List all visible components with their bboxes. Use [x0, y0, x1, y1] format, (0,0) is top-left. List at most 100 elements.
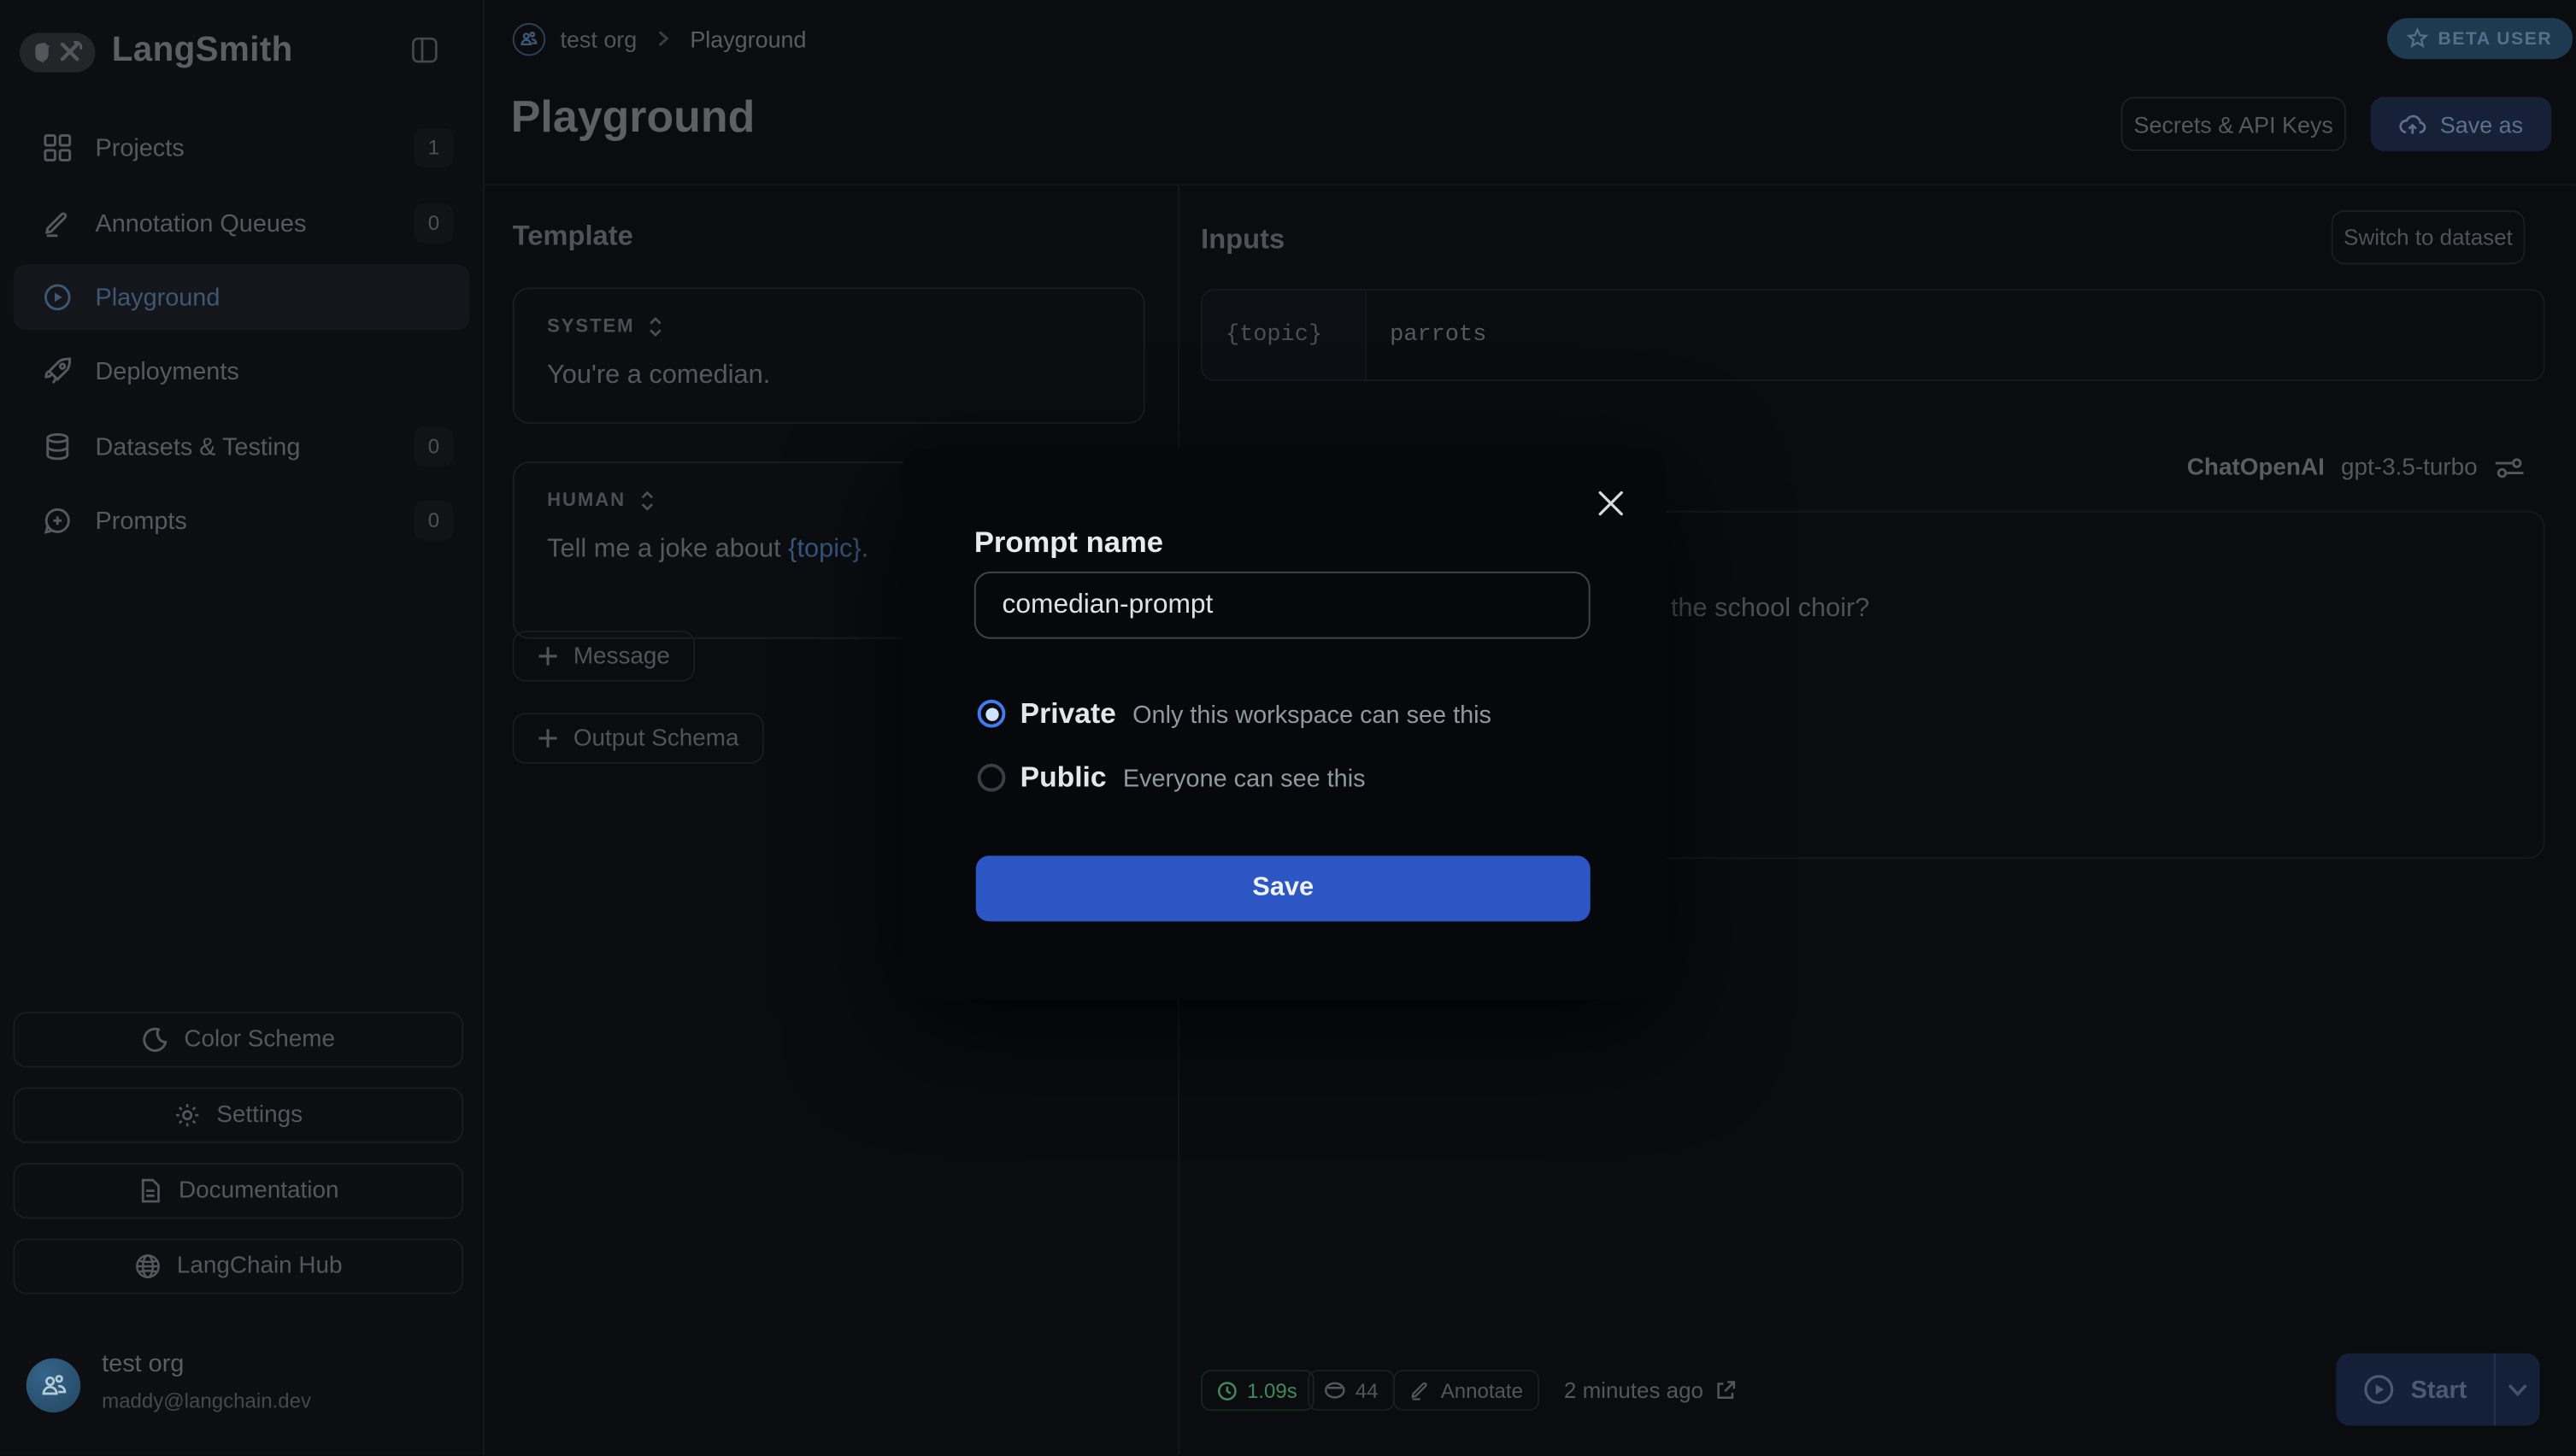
grid-icon: [43, 133, 73, 163]
count-badge: 0: [414, 501, 453, 540]
template-variable: {topic}: [788, 536, 862, 564]
count-badge: 0: [414, 203, 453, 243]
header-divider: [485, 184, 2576, 185]
add-message-button[interactable]: Message: [513, 631, 695, 682]
inputs-heading: Inputs: [1201, 223, 1285, 255]
button-label: Message: [573, 643, 670, 670]
start-options-button[interactable]: [2496, 1353, 2540, 1426]
sidebar-item-datasets-testing[interactable]: Datasets & Testing 0: [13, 414, 469, 479]
tokens-pill: 44: [1308, 1370, 1395, 1411]
people-icon: [38, 1371, 68, 1400]
message-plus-icon: [43, 506, 73, 536]
latency-pill: 1.09s: [1201, 1370, 1314, 1411]
plus-icon: [538, 645, 559, 666]
breadcrumb-page[interactable]: Playground: [690, 26, 806, 53]
run-timestamp[interactable]: 2 minutes ago: [1564, 1378, 1736, 1403]
sidebar-item-prompts[interactable]: Prompts 0: [13, 488, 469, 554]
chevron-up-down-icon: [638, 490, 655, 513]
button-label: Documentation: [179, 1177, 338, 1204]
sidebar-item-playground[interactable]: Playground: [13, 264, 469, 330]
sidebar-item-label: Playground: [95, 284, 220, 312]
close-icon[interactable]: [1597, 490, 1625, 518]
output-text: the school choir?: [1671, 595, 1870, 625]
sidebar-item-annotation-queues[interactable]: Annotation Queues 0: [13, 191, 469, 256]
chevron-right-icon: [656, 30, 670, 48]
start-split-button: Start: [2336, 1353, 2539, 1426]
text-segment: Tell me a joke about: [547, 536, 788, 564]
sidebar-item-projects[interactable]: Projects 1: [13, 115, 469, 181]
visibility-option-private[interactable]: Private Only this workspace can see this: [978, 695, 1491, 731]
latency-value: 1.09s: [1247, 1379, 1297, 1402]
langsmith-logo-icon: [20, 32, 95, 72]
sliders-icon[interactable]: [2494, 455, 2526, 481]
user-org-name[interactable]: test org: [102, 1350, 184, 1378]
settings-button[interactable]: Settings: [13, 1087, 463, 1142]
sidebar-item-label: Datasets & Testing: [95, 432, 300, 461]
text-segment: .: [862, 536, 869, 564]
page-title: Playground: [511, 92, 755, 144]
sidebar-item-deployments[interactable]: Deployments: [13, 338, 469, 404]
chevron-up-down-icon: [648, 315, 664, 338]
switch-to-dataset-button[interactable]: Switch to dataset: [2332, 210, 2526, 264]
message-role-row[interactable]: SYSTEM: [547, 315, 1144, 338]
sidebar-item-label: Deployments: [95, 357, 238, 385]
option-label: Public: [1020, 760, 1107, 795]
documentation-button[interactable]: Documentation: [13, 1163, 463, 1218]
start-button[interactable]: Start: [2336, 1353, 2494, 1426]
button-label: LangChain Hub: [177, 1253, 343, 1280]
button-label: Save as: [2440, 111, 2523, 138]
user-email: maddy@langchain.dev: [102, 1389, 311, 1412]
rocket-icon: [43, 356, 73, 386]
option-description: Everyone can see this: [1123, 766, 1366, 794]
save-button[interactable]: Save: [976, 855, 1591, 921]
pencil-icon: [1409, 1380, 1431, 1401]
gear-icon: [173, 1102, 200, 1129]
clock-icon: [1217, 1381, 1237, 1400]
color-scheme-button[interactable]: Color Scheme: [13, 1012, 463, 1067]
sidebar: LangSmith Projects 1 Annotation Queues 0: [0, 0, 485, 1455]
sidebar-item-label: Annotation Queues: [95, 209, 306, 238]
input-variable-name: {topic}: [1203, 291, 1367, 379]
play-circle-icon: [2363, 1373, 2396, 1406]
option-label: Private: [1020, 696, 1116, 731]
badge-label: BETA USER: [2438, 29, 2553, 49]
button-label: Switch to dataset: [2344, 225, 2513, 250]
org-icon: [513, 23, 545, 56]
template-heading: Template: [513, 220, 633, 253]
prompt-name-label: Prompt name: [974, 525, 1163, 560]
sidebar-collapse-icon[interactable]: [411, 36, 439, 64]
cloud-upload-icon: [2399, 113, 2427, 136]
button-label: Output Schema: [573, 725, 739, 752]
count-badge: 0: [414, 427, 453, 467]
add-output-schema-button[interactable]: Output Schema: [513, 713, 764, 764]
avatar[interactable]: [26, 1359, 80, 1412]
role-label: SYSTEM: [547, 317, 634, 337]
button-label: Secrets & API Keys: [2134, 111, 2333, 138]
radio-unselected-icon[interactable]: [978, 764, 1006, 792]
save-as-button[interactable]: Save as: [2371, 97, 2551, 150]
option-description: Only this workspace can see this: [1132, 702, 1491, 730]
button-label: Color Scheme: [184, 1026, 335, 1053]
langsmith-app: LangSmith Projects 1 Annotation Queues 0: [0, 0, 2576, 1455]
breadcrumb-org[interactable]: test org: [560, 26, 637, 53]
model-provider: ChatOpenAI: [2187, 455, 2325, 481]
plus-icon: [538, 728, 559, 749]
save-prompt-dialog: Prompt name Private Only this workspace …: [902, 449, 1666, 999]
input-variable-value[interactable]: parrots: [1367, 291, 1486, 379]
sidebar-item-label: Prompts: [95, 507, 186, 535]
prompt-name-input[interactable]: [974, 572, 1591, 639]
role-label: HUMAN: [547, 491, 626, 511]
system-message-box[interactable]: SYSTEM You're a comedian.: [513, 287, 1145, 424]
app-title: LangSmith: [112, 32, 293, 71]
secrets-api-keys-button[interactable]: Secrets & API Keys: [2121, 97, 2346, 150]
pencil-icon: [43, 208, 73, 238]
chevron-down-icon: [2507, 1383, 2528, 1397]
database-icon: [43, 432, 73, 462]
model-name: gpt-3.5-turbo: [2341, 455, 2478, 481]
system-message-text[interactable]: You're a comedian.: [547, 361, 1110, 391]
radio-selected-icon[interactable]: [978, 700, 1006, 728]
langchain-hub-button[interactable]: LangChain Hub: [13, 1238, 463, 1294]
document-icon: [138, 1177, 162, 1204]
visibility-option-public[interactable]: Public Everyone can see this: [978, 759, 1366, 795]
annotate-button[interactable]: Annotate: [1393, 1370, 1539, 1411]
